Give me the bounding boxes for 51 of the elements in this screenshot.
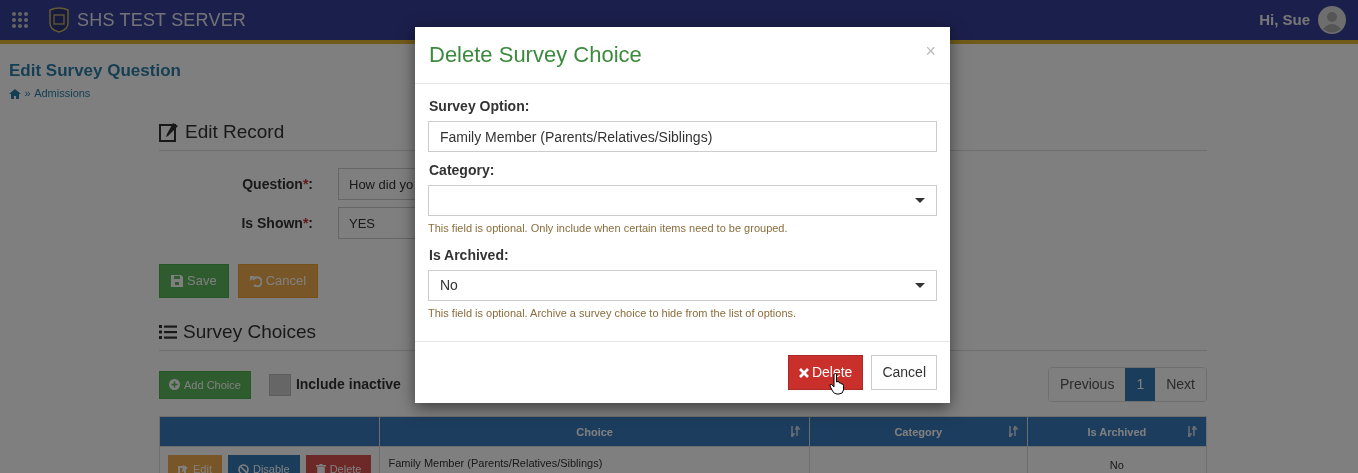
close-button[interactable]: × [925, 42, 936, 60]
sort-icon[interactable] [1008, 426, 1019, 438]
field-label: Category: [429, 161, 496, 181]
field-label: Survey Option: [429, 97, 531, 117]
shield-logo-icon [48, 7, 70, 33]
field-label: Is Archived: [429, 245, 510, 265]
text-field[interactable]: Family Member (Parents/Relatives/Siblings) [428, 121, 937, 153]
apps-grid-icon[interactable] [12, 12, 28, 28]
add-choice-button[interactable]: Add Choice [159, 370, 251, 400]
field-label: Question*: [241, 174, 313, 194]
delete-button[interactable]: Delete [787, 355, 864, 391]
trash-icon [315, 464, 326, 473]
list-icon [159, 324, 177, 341]
cancel-button[interactable]: Cancel [237, 264, 319, 298]
user-avatar-icon[interactable] [1318, 6, 1346, 34]
select-field[interactable]: No [428, 269, 937, 301]
page-title: Edit Survey Question [9, 61, 182, 82]
pagination-button[interactable]: 1 [1125, 368, 1156, 402]
save-button[interactable]: Save [159, 264, 229, 298]
delete-button[interactable]: Delete [305, 455, 372, 473]
help-text: This field is optional. Only include when certain items need to be grouped. [428, 221, 789, 237]
column-header[interactable]: Category [809, 416, 1028, 447]
section-heading: Edit Record [185, 119, 285, 144]
edit-icon [159, 122, 179, 143]
table-cell: No [1027, 446, 1207, 473]
select-field[interactable] [428, 185, 937, 217]
ban-icon [237, 464, 249, 473]
undo-icon [249, 275, 262, 288]
breadcrumb-link[interactable]: Admissions [34, 85, 91, 102]
plus-circle-icon [169, 379, 180, 391]
edit-icon [178, 464, 189, 473]
column-header[interactable]: Is Archived [1027, 416, 1207, 447]
app-title: SHS TEST SERVER [77, 8, 247, 32]
help-text: This field is optional. Archive a survey choice to hide from the list of options. [428, 305, 798, 321]
caret-down-icon [915, 282, 925, 288]
caret-down-icon [915, 198, 925, 204]
breadcrumb-separator: » [24, 86, 31, 102]
user-greeting: Hi, Sue [1259, 9, 1310, 30]
disable-button[interactable]: Disable [227, 455, 300, 473]
sort-icon[interactable] [790, 426, 801, 438]
table-cell: Family Member (Parents/Relatives/Siblings) [379, 446, 810, 473]
sort-icon[interactable] [1188, 426, 1198, 438]
checkbox-label: Include inactive [295, 375, 401, 395]
modal-title: Delete Survey Choice [429, 42, 642, 69]
edit-button[interactable]: Edit [168, 455, 222, 473]
cancel-button[interactable]: Cancel [871, 355, 937, 391]
column-header[interactable]: Choice [379, 416, 810, 447]
field-label: Is Shown*: [240, 213, 313, 233]
home-icon[interactable] [9, 88, 21, 99]
x-icon [798, 367, 809, 378]
section-heading: Survey Choices [183, 319, 317, 344]
